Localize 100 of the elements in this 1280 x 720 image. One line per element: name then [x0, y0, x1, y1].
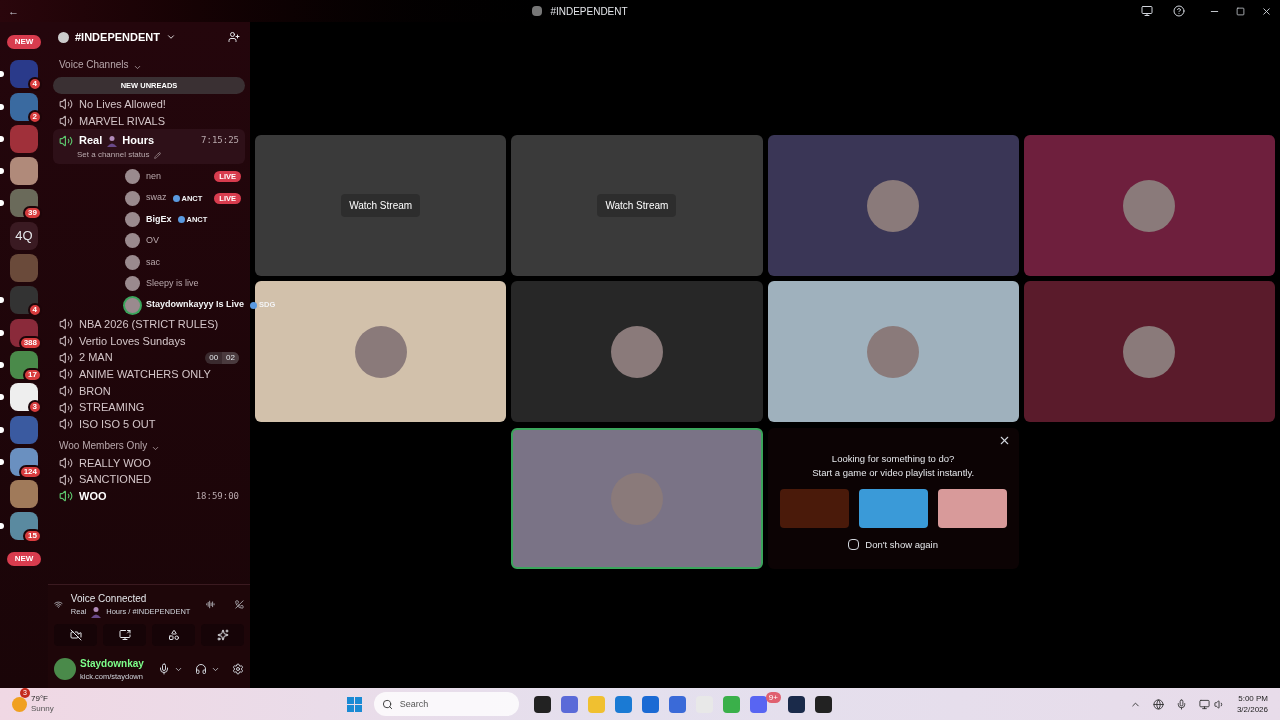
watch-stream-button[interactable]: Watch Stream	[597, 194, 677, 217]
user-avatar[interactable]	[125, 169, 140, 185]
signal-icon	[54, 598, 63, 611]
member-name[interactable]: Staydownkayyy Is Live	[146, 298, 245, 312]
voice-channel[interactable]: Vertio Loves Sundays	[53, 332, 245, 350]
game-thumbnail[interactable]	[858, 488, 928, 528]
window-title: #INDEPENDENT	[550, 4, 628, 19]
voice-channel[interactable]: 2 MAN 00 02	[53, 349, 245, 366]
voice-channel[interactable]: ISO ISO 5 OUT	[53, 415, 245, 433]
user-tile[interactable]	[767, 281, 1019, 422]
user-tile[interactable]	[767, 135, 1019, 276]
back-arrow[interactable]: ←	[8, 2, 19, 20]
category-label[interactable]: Woo Members Only	[59, 437, 148, 453]
channel-name: 2 MAN	[79, 350, 113, 366]
display-icon[interactable]	[1198, 698, 1210, 710]
user-tile[interactable]	[511, 281, 763, 422]
checkbox[interactable]	[848, 539, 860, 551]
user-avatar[interactable]	[125, 233, 140, 249]
user-avatar[interactable]	[125, 276, 140, 292]
call-timer: 7:15:25	[201, 133, 239, 147]
user-count: 00 02	[205, 351, 239, 364]
voice-status: Voice Connected	[70, 592, 148, 606]
volume-icon[interactable]	[1213, 698, 1225, 710]
channel-name: Vertio Loves Sundays	[79, 333, 186, 349]
disconnect-icon[interactable]	[235, 598, 244, 611]
voice-channel[interactable]: STREAMING	[53, 399, 245, 416]
call-timer: 18:59:00	[195, 489, 239, 503]
voice-channel[interactable]: No Lives Allowed!	[53, 96, 245, 113]
member-name[interactable]: BigEx	[146, 212, 172, 227]
search-icon	[381, 698, 393, 710]
taskbar-app-icon[interactable]	[787, 695, 805, 713]
checkbox-label[interactable]: Don't show again	[865, 537, 938, 552]
channel-name: ANIME WATCHERS ONLY	[79, 366, 211, 382]
channel-name: REALLY WOO	[79, 455, 151, 471]
person-emoji-icon	[90, 606, 103, 618]
camera-button[interactable]	[54, 624, 97, 646]
clock-time[interactable]: 5:00 PM	[1238, 693, 1268, 704]
soundboard-button[interactable]	[201, 624, 244, 646]
pencil-icon	[153, 151, 161, 159]
user-tile[interactable]	[255, 281, 507, 422]
screen-share-button[interactable]	[103, 624, 146, 646]
member-name[interactable]: Sleepy is live	[146, 276, 199, 291]
search-field[interactable]: Search	[373, 692, 519, 716]
stream-tile[interactable]: Watch Stream	[255, 135, 507, 276]
voice-channel[interactable]: BRON	[53, 382, 245, 400]
member-name[interactable]: swaz	[146, 191, 167, 205]
game-thumbnail[interactable]	[779, 488, 849, 528]
user-tile[interactable]	[1023, 135, 1275, 276]
user-avatar[interactable]	[125, 254, 140, 270]
game-thumbnail[interactable]	[937, 488, 1007, 528]
user-avatar[interactable]	[125, 190, 140, 206]
server-picture[interactable]	[10, 383, 38, 412]
weather-icon[interactable]	[12, 696, 27, 712]
person-emoji-icon	[106, 134, 119, 147]
voice-channel[interactable]: ANIME WATCHERS ONLY	[53, 365, 245, 383]
noise-icon[interactable]	[206, 598, 216, 611]
voice-channel[interactable]: SANCTIONED	[53, 471, 245, 488]
voice-channel[interactable]: MARVEL RIVALS	[53, 112, 245, 130]
activities-button[interactable]	[152, 624, 195, 646]
headphones-icon[interactable]	[195, 663, 207, 675]
server-picture[interactable]	[10, 318, 38, 347]
channel-name: STREAMING	[79, 400, 145, 416]
taskbar-app-icon[interactable]	[814, 695, 832, 713]
maximize-icon[interactable]	[1236, 6, 1245, 16]
clock-date[interactable]: 3/2/2026	[1236, 704, 1268, 715]
taskbar-app-icon[interactable]	[533, 695, 551, 713]
invite-icon[interactable]	[228, 31, 240, 43]
close-icon[interactable]	[1261, 5, 1272, 17]
screen-share-icon	[118, 629, 131, 641]
server-picture[interactable]	[10, 350, 38, 379]
network-icon[interactable]	[1152, 698, 1164, 710]
new-pill[interactable]: NEW	[6, 35, 42, 49]
voice-channel[interactable]: NBA 2026 (STRICT RULES)	[53, 315, 245, 333]
microphone-icon[interactable]	[1175, 698, 1187, 710]
help-icon[interactable]	[1173, 5, 1185, 17]
user-avatar[interactable]	[54, 658, 76, 680]
user-avatar[interactable]	[125, 297, 140, 313]
screen-icon[interactable]	[1141, 5, 1153, 17]
voice-channel[interactable]: WOO 18:59:00	[53, 488, 245, 505]
user-tile[interactable]	[1023, 281, 1275, 422]
microphone-icon[interactable]	[158, 663, 170, 675]
activity-title: Looking for something to do?	[831, 452, 955, 466]
stream-tile[interactable]: Watch Stream	[511, 135, 763, 276]
server-name[interactable]: #INDEPENDENT	[75, 28, 160, 46]
start-icon[interactable]	[346, 696, 362, 712]
channel-status[interactable]: Set a channel status	[77, 149, 150, 162]
server-picture[interactable]	[10, 157, 38, 186]
voice-channel[interactable]: Real Hours 7:15:25 Set a channel status	[53, 129, 245, 165]
member-name[interactable]: sac	[146, 255, 160, 270]
member-name[interactable]: nen	[146, 170, 162, 184]
activity-subtitle: Start a game or video playlist instantly.	[812, 466, 975, 481]
settings-icon[interactable]	[232, 663, 244, 675]
user-tile[interactable]	[511, 428, 763, 569]
category-label[interactable]: Voice Channels	[59, 57, 129, 72]
watch-stream-button[interactable]: Watch Stream	[341, 194, 421, 217]
voice-channel[interactable]: REALLY WOO	[53, 454, 245, 472]
server-icon[interactable]: 4Q	[10, 221, 38, 250]
new-pill[interactable]: NEW	[6, 551, 42, 566]
member-name[interactable]: OV	[146, 234, 159, 248]
user-avatar[interactable]	[125, 212, 140, 228]
